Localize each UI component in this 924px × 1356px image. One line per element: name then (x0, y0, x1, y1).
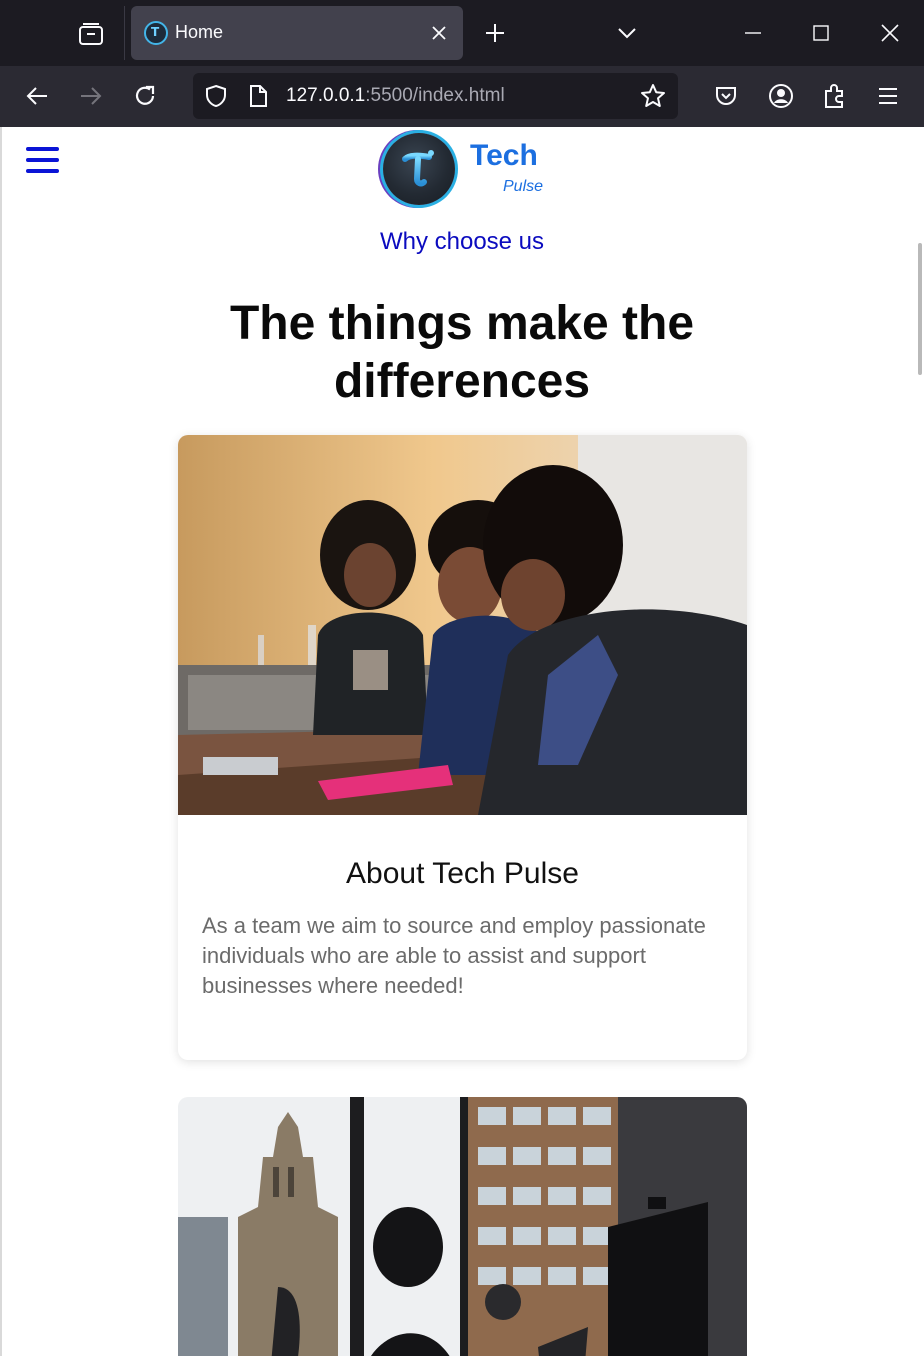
tab-separator (124, 6, 125, 60)
address-bar[interactable]: 127.0.0.1:5500/index.html (193, 73, 678, 119)
url-host: 127.0.0.1 (286, 85, 366, 106)
card-title: About Tech Pulse (346, 857, 579, 890)
url-path: :5500/index.html (365, 85, 505, 106)
logo-icon[interactable] (383, 133, 455, 205)
brand-name[interactable]: Tech (470, 139, 538, 173)
close-tab-icon[interactable] (425, 19, 453, 47)
reload-icon[interactable] (129, 80, 161, 112)
account-icon[interactable] (765, 80, 797, 112)
browser-chrome: T Home 127.0.0.1:5500/index.html (0, 0, 924, 127)
tab-home[interactable]: T Home (131, 6, 463, 60)
pocket-icon[interactable] (710, 80, 742, 112)
page-viewport: Tech Pulse Why choose us The things make… (0, 127, 924, 1356)
chevron-down-icon[interactable] (612, 18, 642, 48)
tab-title: Home (175, 22, 224, 42)
headline-line-2: differences (333, 355, 591, 408)
arrow-right-icon[interactable] (75, 80, 107, 112)
feature-card-2 (178, 1097, 747, 1356)
arrow-left-icon[interactable] (21, 80, 53, 112)
favicon-icon: T (144, 21, 168, 45)
puzzle-icon[interactable] (819, 80, 851, 112)
headline-line-1: The things make the (229, 297, 695, 350)
office-window-photo (178, 1097, 747, 1356)
star-icon[interactable] (640, 83, 666, 109)
hamburger-menu-icon[interactable] (872, 80, 904, 112)
site-menu-icon[interactable] (26, 147, 62, 179)
new-tab-icon[interactable] (480, 18, 510, 48)
section-eyebrow: Why choose us (379, 228, 545, 255)
maximize-icon[interactable] (806, 18, 836, 48)
brand-tagline: Pulse (503, 178, 544, 195)
section-headline: The things make the differences (0, 295, 924, 411)
feature-card: About Tech Pulse As a team we aim to sou… (178, 435, 747, 1060)
navigation-toolbar: 127.0.0.1:5500/index.html (0, 66, 924, 127)
close-window-icon[interactable] (875, 18, 905, 48)
tab-overview-icon[interactable] (66, 12, 116, 56)
shield-icon[interactable] (203, 83, 229, 109)
team-meeting-photo (178, 435, 747, 815)
url-text[interactable]: 127.0.0.1:5500/index.html (286, 85, 505, 107)
tab-bar: T Home (0, 0, 924, 66)
card-text: As a team we aim to source and employ pa… (202, 913, 706, 998)
minimize-icon[interactable] (738, 18, 768, 48)
page-icon[interactable] (245, 83, 271, 109)
